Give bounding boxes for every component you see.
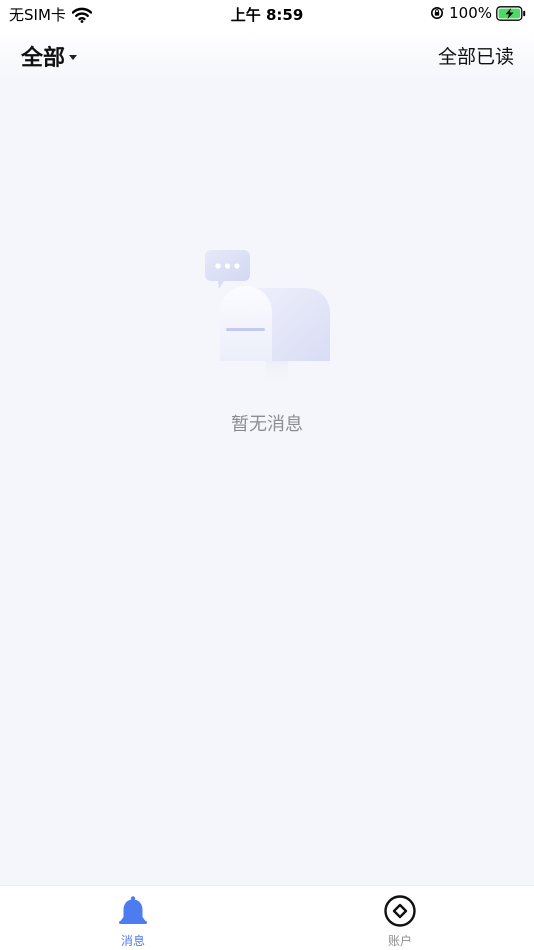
caret-down-icon [69,55,78,60]
tab-account[interactable]: 账户 [355,894,445,949]
status-bar: 无SIM卡 上午 8:59 100% [0,0,534,30]
tab-bar: 消息 账户 [0,885,534,950]
tab-account-label: 账户 [387,934,412,948]
header: 全部 全部已读 [0,30,534,80]
mark-all-read-button[interactable]: 全部已读 [438,42,514,69]
status-right: 100% [430,4,526,22]
empty-mailbox-icon [205,250,330,386]
empty-message: 暂无消息 [231,414,303,435]
battery-charging-icon [496,5,526,21]
filter-label: 全部 [21,46,66,71]
battery-percent: 100% [449,4,492,22]
tab-messages-label: 消息 [120,934,145,948]
orientation-lock-icon [431,7,444,19]
diamond-circle-icon [384,895,416,927]
bell-icon [119,896,147,924]
filter-dropdown[interactable]: 全部 [21,40,78,72]
tab-messages[interactable]: 消息 [88,894,178,949]
